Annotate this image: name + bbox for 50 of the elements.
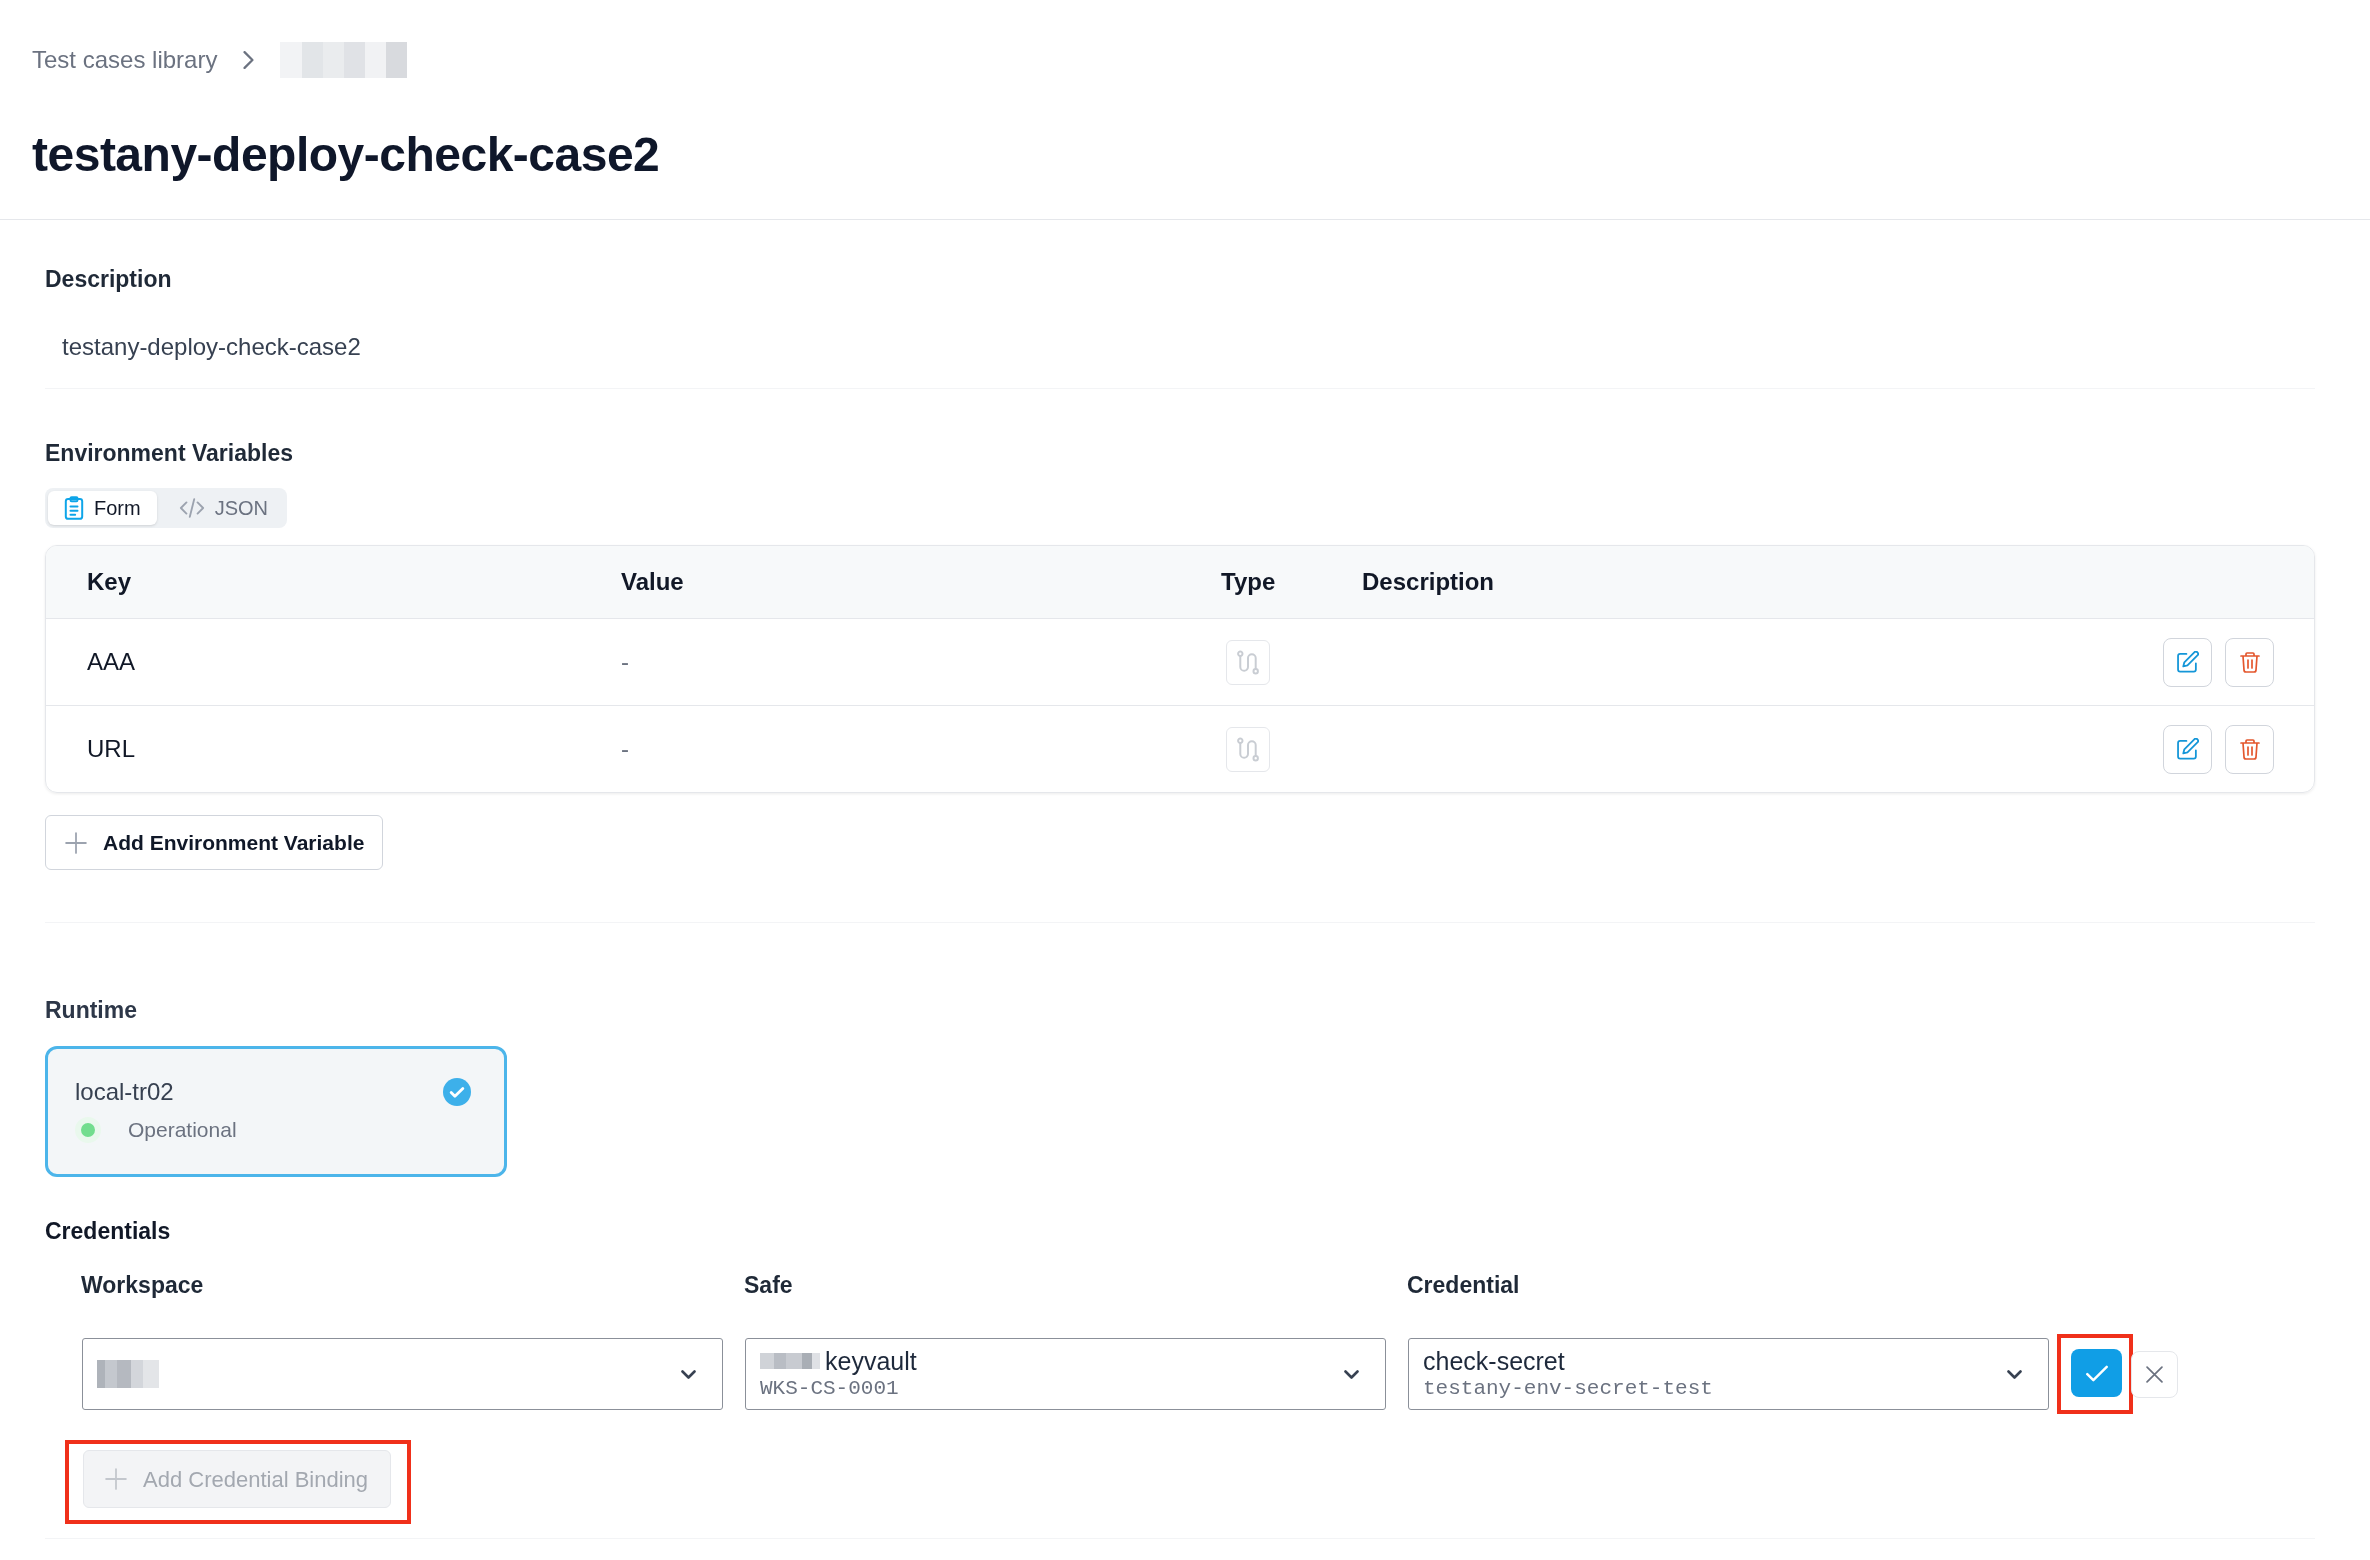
chevron-down-icon bbox=[681, 1369, 696, 1379]
close-icon bbox=[2146, 1365, 2163, 1383]
pencil-square-icon bbox=[2176, 738, 2199, 760]
route-icon bbox=[1226, 639, 1270, 685]
confirm-button[interactable] bbox=[2071, 1349, 2122, 1397]
check-circle-icon bbox=[443, 1078, 471, 1106]
check-icon bbox=[2085, 1364, 2108, 1382]
column-header: Key bbox=[87, 567, 132, 597]
trash-icon bbox=[2239, 650, 2260, 674]
select-field[interactable]: check-secret testany-env-secret-test bbox=[1408, 1338, 2049, 1410]
table-cell-text: AAA bbox=[87, 647, 136, 677]
cancel-button[interactable] bbox=[2131, 1350, 2178, 1398]
field-label: Credential bbox=[1407, 1272, 1520, 1298]
field-label: Safe bbox=[744, 1272, 793, 1298]
pencil-square-icon bbox=[2176, 651, 2199, 673]
runtime-name: local-tr02 bbox=[75, 1077, 174, 1107]
tab[interactable]: Form bbox=[48, 491, 157, 525]
select-field[interactable] bbox=[82, 1338, 723, 1410]
description-text: testany-deploy-check-case2 bbox=[62, 332, 361, 362]
section-label: Environment Variables bbox=[45, 439, 293, 468]
plus-icon bbox=[105, 1468, 127, 1490]
code-icon bbox=[178, 498, 205, 518]
trash-icon bbox=[2239, 737, 2260, 761]
edit-button[interactable] bbox=[2163, 637, 2212, 687]
runtime-card[interactable]: local-tr02 Operational bbox=[45, 1046, 507, 1177]
column-header: Value bbox=[621, 567, 684, 597]
field-label: Workspace bbox=[81, 1272, 204, 1298]
edit-button[interactable] bbox=[2163, 724, 2212, 774]
delete-button[interactable] bbox=[2225, 637, 2274, 687]
breadcrumb-link[interactable]: Test cases library bbox=[32, 44, 218, 76]
table-cell-text: - bbox=[621, 734, 629, 764]
table-cell-text: URL bbox=[87, 734, 135, 764]
page-title: testany-deploy-check-case2 bbox=[32, 127, 660, 183]
select-field[interactable]: keyvault WKS-CS-0001 bbox=[745, 1338, 1386, 1410]
column-header: Description bbox=[1362, 567, 1495, 597]
route-icon bbox=[1226, 726, 1270, 772]
table-cell-text: - bbox=[621, 647, 629, 677]
chevron-down-icon bbox=[1344, 1369, 1359, 1379]
clipboard-icon bbox=[64, 496, 84, 520]
chevron-right-icon bbox=[243, 51, 255, 69]
tab[interactable]: JSON bbox=[162, 491, 284, 525]
section-label: Credentials bbox=[45, 1217, 171, 1246]
add-button[interactable]: Add Environment Variable bbox=[45, 815, 384, 870]
section-label: Runtime bbox=[45, 996, 137, 1025]
plus-icon bbox=[65, 831, 87, 854]
chevron-down-icon bbox=[2007, 1369, 2022, 1379]
section-label: Description bbox=[45, 265, 172, 294]
column-header: Type bbox=[1221, 567, 1276, 597]
delete-button[interactable] bbox=[2225, 724, 2274, 774]
status-text: Operational bbox=[128, 1117, 237, 1144]
